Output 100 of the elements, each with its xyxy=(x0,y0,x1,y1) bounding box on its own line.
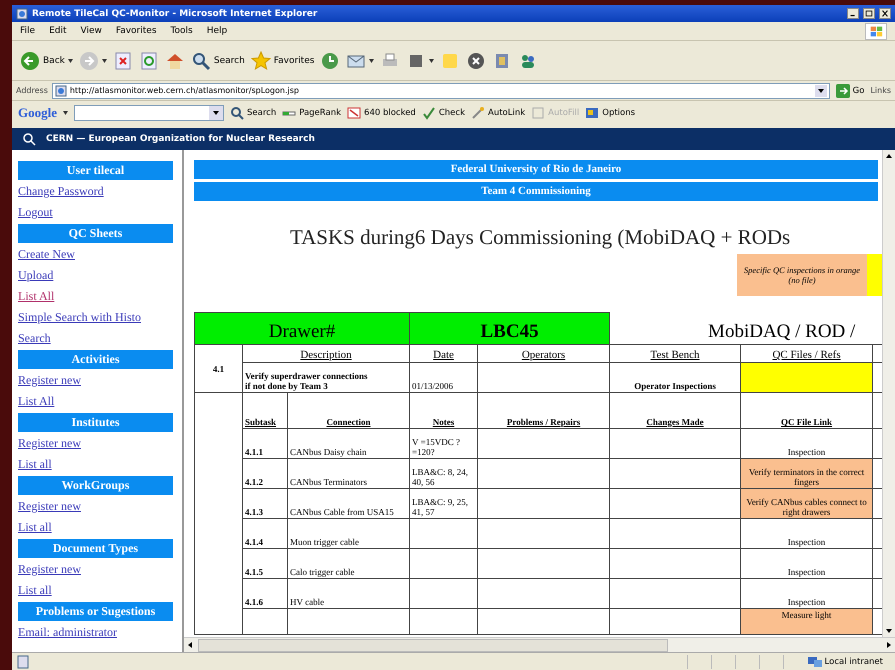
qc-file-cell: Inspection xyxy=(740,518,873,548)
subcolumn-header: Changes Made xyxy=(610,392,741,428)
sidebar-link[interactable]: Register new xyxy=(18,496,81,517)
spellcheck-icon xyxy=(422,106,436,120)
sidebar-link[interactable]: List All xyxy=(18,286,54,307)
search-button[interactable]: Search xyxy=(190,50,245,70)
menu-item[interactable]: Help xyxy=(206,26,228,36)
drawer-value-cell: LBC45 xyxy=(410,312,610,344)
notes-text: V =15VDC ? =120? xyxy=(412,437,460,457)
menu-item[interactable]: View xyxy=(80,26,102,36)
subcolumn-header: QC File Link xyxy=(740,392,873,428)
sidebar-heading: User tilecal xyxy=(18,161,173,180)
sidebar-link[interactable]: Logout xyxy=(18,202,53,223)
column-header: Description xyxy=(242,344,410,362)
sidebar-heading: Problems or Sugestions xyxy=(18,602,173,621)
intranet-icon xyxy=(806,656,823,668)
search-button[interactable]: Search xyxy=(230,106,276,120)
caret-icon xyxy=(369,58,374,62)
task-number: 4.1 xyxy=(194,344,242,392)
column-header: Test Bench xyxy=(610,344,741,362)
autolink-button[interactable]: AutoLink xyxy=(471,106,526,120)
maximize-icon[interactable] xyxy=(863,8,875,19)
refresh-icon xyxy=(138,50,159,70)
back-button[interactable]: Back xyxy=(20,50,73,70)
sidebar-link[interactable]: List all xyxy=(18,580,52,601)
subtask-number: 4.1.4 xyxy=(245,537,263,547)
blocked-button[interactable]: 640 blocked xyxy=(347,106,416,120)
magnifier-icon xyxy=(22,132,36,146)
sidebar-link[interactable]: List All xyxy=(18,391,54,412)
drawer-label-cell: Drawer# xyxy=(194,312,410,344)
menu-item[interactable]: Favorites xyxy=(116,26,157,36)
caret-icon xyxy=(429,58,434,62)
options-button[interactable]: Options xyxy=(585,106,636,120)
sidebar-link[interactable]: Register new xyxy=(18,370,81,391)
menu-item[interactable]: Edit xyxy=(49,26,66,36)
check-button[interactable]: Check xyxy=(422,106,465,120)
browser-page-icon xyxy=(16,8,28,20)
connection-name: Muon trigger cable xyxy=(290,537,359,547)
connection-name: CANbus Daisy chain xyxy=(290,447,366,457)
vertical-scrollbar[interactable] xyxy=(882,150,895,637)
window-title: Remote TileCal QC-Monitor - Microsoft Internet Explorer xyxy=(32,8,318,18)
subcolumn-header: Notes xyxy=(410,392,478,428)
dropdown-icon[interactable] xyxy=(814,84,827,96)
menu-item[interactable]: Tools xyxy=(170,26,193,36)
close-icon[interactable] xyxy=(879,8,891,19)
google-search-field[interactable] xyxy=(74,105,224,121)
favorites-button[interactable]: Favorites xyxy=(250,50,314,70)
menu-item[interactable]: File xyxy=(20,26,36,36)
subtask-number: 4.1.5 xyxy=(245,567,263,577)
wand-icon xyxy=(471,106,485,120)
sidebar-link[interactable]: Change Password xyxy=(18,181,104,202)
block-button[interactable] xyxy=(466,50,486,70)
qc-file-cell: Inspection xyxy=(740,428,873,458)
links-label[interactable]: Links xyxy=(870,86,891,95)
address-field[interactable]: http://atlasmonitor.web.cern.ch/atlasmonitor/spLogon.jsp xyxy=(52,82,830,98)
qc-file-cell: Measure light xyxy=(740,608,873,634)
stop-button[interactable] xyxy=(112,50,133,70)
sidebar-heading: QC Sheets xyxy=(18,224,173,243)
circle-x-icon xyxy=(466,50,486,70)
sidebar-link[interactable]: Register new xyxy=(18,433,81,454)
qc-file-cell: Inspection xyxy=(740,548,873,578)
connection-name: CANbus Cable from USA15 xyxy=(290,507,394,517)
sidebar-link[interactable]: Upload xyxy=(18,265,54,286)
subtask-number: 4.1.2 xyxy=(245,477,263,487)
sidebar-link[interactable]: Register new xyxy=(18,559,81,580)
search-icon xyxy=(190,50,211,70)
task-date: 01/13/2006 xyxy=(410,362,478,392)
banner: Federal University of Rio de Janeiro xyxy=(194,160,878,179)
sidebar-link[interactable]: Email: administrator xyxy=(18,622,117,643)
history-button[interactable] xyxy=(320,50,340,70)
star-icon xyxy=(250,50,271,70)
pagerank-button[interactable]: PageRank xyxy=(282,106,342,120)
sidebar-link[interactable]: Simple Search with Histo xyxy=(18,307,141,328)
subtask-number: 4.1.1 xyxy=(245,447,263,457)
form-icon xyxy=(531,106,546,120)
scroll-thumb[interactable] xyxy=(198,638,668,652)
refresh-button[interactable] xyxy=(138,50,159,70)
qc-file-cell: Verify terminators in the correct fingers xyxy=(740,458,873,488)
qc-file-cell: Inspection xyxy=(740,578,873,608)
subcolumn-header: Problems / Repairs xyxy=(478,392,610,428)
sidebar-link[interactable]: Create New xyxy=(18,244,75,265)
subcolumn-header: Connection xyxy=(288,392,410,428)
sidebar-link[interactable]: List all xyxy=(18,517,52,538)
minimize-icon[interactable] xyxy=(847,8,859,19)
sidebar-heading: Document Types xyxy=(18,539,173,558)
go-arrow-icon xyxy=(836,84,850,98)
options-icon xyxy=(585,106,600,120)
sidebar-link[interactable]: Search xyxy=(18,328,51,349)
go-button[interactable]: Go xyxy=(834,84,866,98)
dropdown-icon[interactable] xyxy=(209,106,223,120)
notes-text: LBA&C: 9, 25, 41, 57 xyxy=(412,497,468,517)
subcolumn-header: Subtask xyxy=(242,392,288,428)
horizontal-scrollbar[interactable] xyxy=(184,637,895,652)
banner: Team 4 Commissioning xyxy=(194,182,878,201)
sidebar-link[interactable]: List all xyxy=(18,454,52,475)
blocked-window-icon xyxy=(347,106,362,120)
sidebar-heading: WorkGroups xyxy=(18,476,173,495)
stop-icon xyxy=(112,50,133,70)
column-header: Operators xyxy=(478,344,610,362)
windows-flag-icon xyxy=(865,22,887,40)
